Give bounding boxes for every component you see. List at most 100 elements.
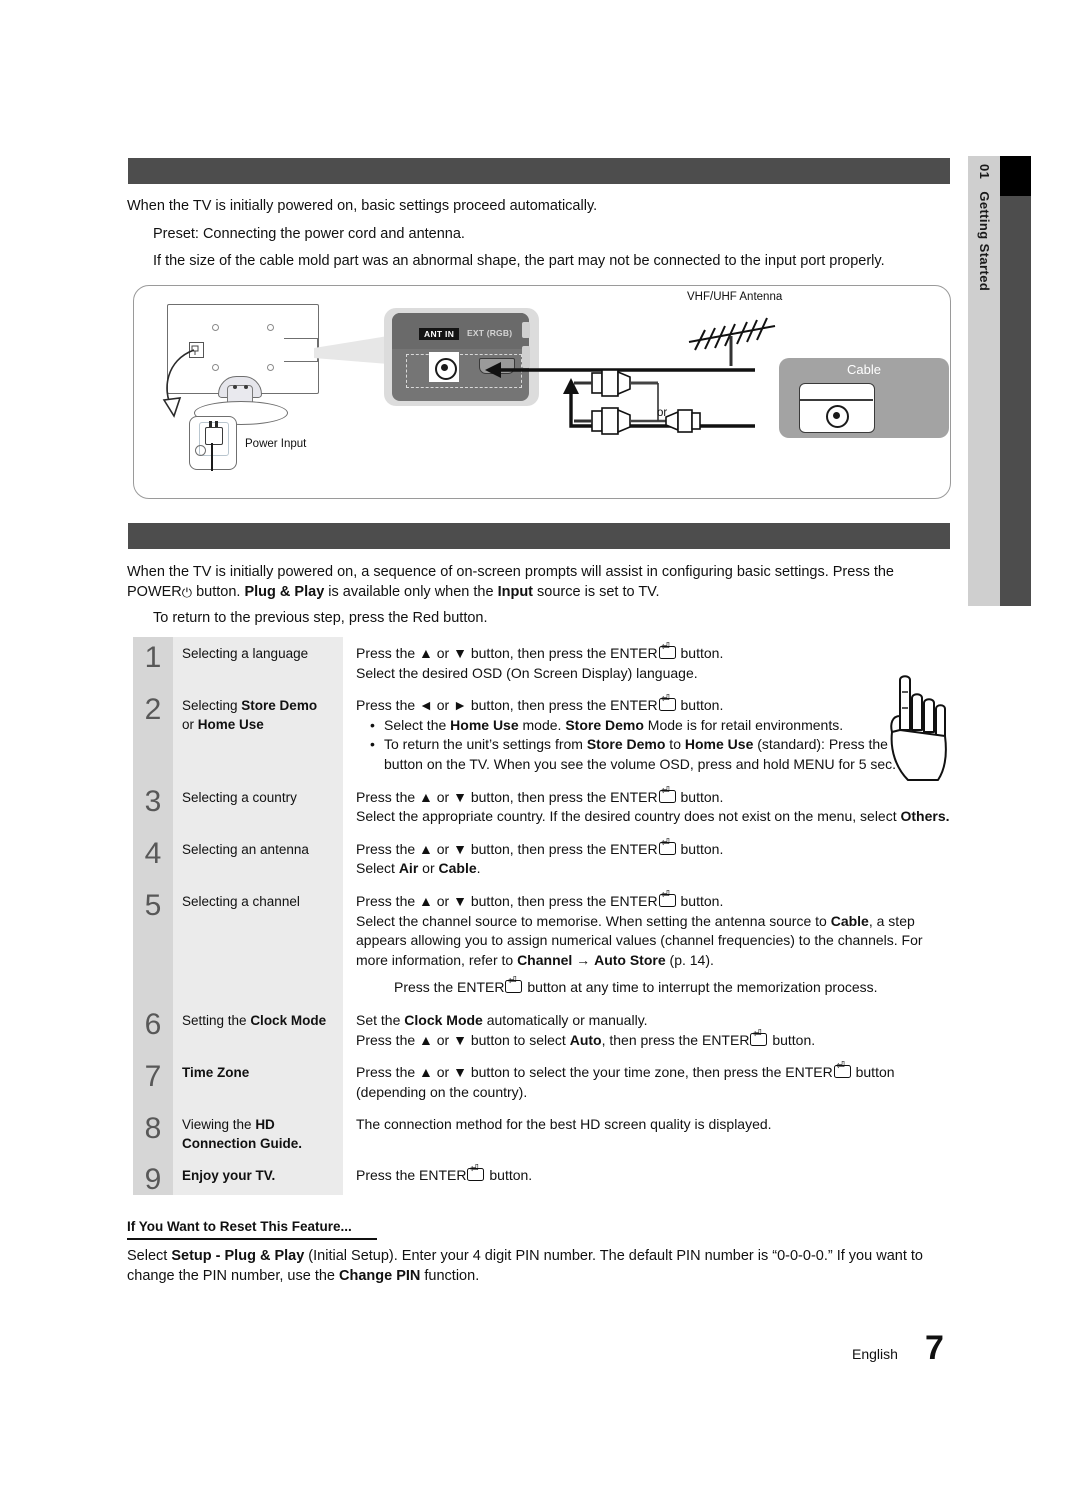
section-2-source-text: source is set to TV. — [537, 584, 660, 600]
or-label: or — [657, 407, 668, 419]
step-text-tail: button. — [489, 1167, 533, 1184]
step-title-store-demo: Store Demo — [241, 698, 318, 714]
section-2-plug-and-play: Plug & Play — [244, 584, 325, 600]
step-row: 9 Enjoy your TV. Press the ENTER button. — [133, 1159, 951, 1196]
pointing-hand-icon — [890, 675, 947, 781]
step-text-tail: button. — [680, 892, 724, 909]
step-description: Press the ▲ or ▼ button, then press the … — [343, 781, 951, 833]
sidebar-chapter-tab: 01 Getting Started — [968, 156, 1000, 606]
step-line: Press the ▲ or ▼ button, then press the … — [356, 786, 951, 808]
step-number: 5 — [133, 884, 173, 1004]
sidebar-chapter-label: 01 Getting Started — [968, 164, 1000, 291]
step-row: 3 Selecting a country Press the ▲ or ▼ b… — [133, 780, 951, 833]
power-plug-icon — [205, 427, 223, 445]
enter-key-icon — [658, 890, 676, 907]
step-text: Select the appropriate country. If the d… — [356, 808, 897, 825]
step-title-home-use: Home Use — [197, 717, 264, 733]
step-line: Select the desired OSD (On Screen Displa… — [356, 664, 698, 681]
reset-heading: If You Want to Reset This Feature... — [127, 1219, 352, 1234]
sidebar-chapter-number: 01 — [977, 164, 992, 180]
step-line: Select the channel source to memorise. W… — [356, 912, 923, 968]
enter-key-icon — [505, 976, 523, 994]
reset-text-c: (Initial Setup). Enter your 4 digit PIN … — [304, 1248, 923, 1264]
step-description: Press the ◄ or ► button, then press the … — [343, 689, 951, 780]
connection-diagram: Power Input ANT IN EXT (RGB) VHF/UHF Ant… — [133, 285, 951, 499]
step-row: 5 Selecting a channel Press the ▲ or ▼ b… — [133, 884, 951, 1004]
antenna-icon — [688, 317, 776, 366]
step-text: Press the ENTER — [356, 1167, 467, 1184]
plug-and-play-steps-table: 1 Selecting a language Press the ▲ or ▼ … — [133, 637, 951, 1196]
power-screw-icon — [195, 445, 206, 456]
enter-key-icon — [750, 1029, 768, 1046]
cable-jack-center — [832, 411, 840, 419]
step-line: (depending on the country). — [356, 1083, 528, 1100]
tv-notch — [284, 338, 318, 362]
step-row: 1 Selecting a language Press the ▲ or ▼ … — [133, 637, 951, 690]
step-row: 8 Viewing the HD Connection Guide. The co… — [133, 1108, 951, 1160]
step-description: Press the ENTER button. — [343, 1159, 951, 1195]
sidebar-black-marker — [1000, 156, 1031, 196]
step-description: Press the ▲ or ▼ button to select the yo… — [343, 1056, 951, 1108]
step-number: 9 — [133, 1159, 173, 1196]
step-line: Press the ▲ or ▼ button, then press the … — [356, 890, 951, 912]
step-line: Press the ▲ or ▼ button, then press the … — [356, 838, 951, 860]
step-text: Press the ▲ or ▼ button to select the yo… — [356, 1064, 833, 1081]
step-description: The connection method for the best HD sc… — [343, 1108, 951, 1159]
manual-page: 01 Getting Started When the TV is initia… — [0, 0, 1080, 1494]
step-number: 7 — [133, 1056, 173, 1109]
power-cord-arrow-icon — [162, 349, 195, 418]
section-1-paragraph-2: Preset: Connecting the power cord and an… — [153, 226, 465, 242]
step-line: Set the Clock Mode automatically or manu… — [356, 1011, 648, 1028]
step-text-tail: button — [855, 1064, 895, 1081]
section-2-button-word: button. — [196, 584, 241, 600]
section-1-paragraph-1: When the TV is initially powered on, bas… — [127, 198, 598, 214]
step-title: Viewing the HD Connection Guide. — [173, 1108, 343, 1160]
step-title-or: or — [182, 717, 198, 733]
sidebar-chapter-title: Getting Started — [977, 191, 992, 292]
step-bullet: Select the Home Use mode. Store Demo Mod… — [370, 716, 951, 736]
tv-screw-icon — [212, 324, 219, 331]
enter-key-icon — [658, 786, 676, 803]
footer-language: English — [852, 1346, 898, 1362]
step-title: Selecting an antenna — [173, 832, 343, 885]
step-title-text: Time Zone — [182, 1065, 250, 1081]
step-line: Press the ENTER button. — [356, 1164, 951, 1186]
tv-stand-dot — [233, 385, 237, 389]
step-bullet-list: Select the Home Use mode. Store Demo Mod… — [356, 716, 951, 775]
zoom-connector — [314, 336, 388, 364]
enter-key-icon — [658, 694, 676, 712]
step-text: Press the ◄ or ► button, then press the … — [356, 697, 658, 714]
power-cord — [211, 443, 214, 471]
enter-key-icon — [658, 838, 676, 855]
step-number: 1 — [133, 637, 173, 690]
step-description: Press the ▲ or ▼ button, then press the … — [343, 833, 951, 885]
step-row: 4 Selecting an antenna Press the ▲ or ▼ … — [133, 832, 951, 885]
step-line: The connection method for the best HD sc… — [356, 1116, 772, 1133]
step-line: Select the appropriate country. If the d… — [356, 807, 951, 827]
step-title: Selecting Store Demo or Home Use — [173, 689, 343, 781]
reset-paragraph: Select Setup - Plug & Play (Initial Setu… — [127, 1246, 947, 1286]
reset-setup-plug-play: Setup - Plug & Play — [171, 1248, 305, 1264]
tv-screw-icon — [212, 364, 219, 371]
section-2-sub-note: To return to the previous step, press th… — [153, 610, 488, 626]
step-title: Enjoy your TV. — [173, 1159, 343, 1196]
coax-jack-center — [441, 364, 448, 371]
section-2-input-word: Input — [497, 584, 534, 600]
step-description: Press the ▲ or ▼ button, then press the … — [343, 637, 951, 689]
step-row: 2 Selecting Store Demo or Home Use Press… — [133, 689, 951, 781]
step-number: 8 — [133, 1108, 173, 1160]
step-bullet: To return the unit’s settings from Store… — [370, 735, 951, 774]
step-text-others: Others. — [900, 808, 950, 825]
sidebar-dark-marker — [1000, 196, 1031, 606]
step-sub-note: Press the ENTER button at any time to in… — [356, 970, 951, 998]
reset-heading-rule — [127, 1238, 377, 1240]
reset-change-pin: Change PIN — [339, 1268, 421, 1284]
step-row: 7 Time Zone Press the ▲ or ▼ button to s… — [133, 1056, 951, 1109]
step-line: Press the ▲ or ▼ button to select the yo… — [356, 1061, 951, 1083]
tv-screw-icon — [267, 324, 274, 331]
ext-rgb-label: EXT (RGB) — [467, 328, 513, 338]
step-title: Setting the Clock Mode — [173, 1003, 343, 1057]
section-2-paragraph: When the TV is initially powered on, a s… — [127, 562, 942, 603]
section-2-available-text: is available only when the — [328, 584, 494, 600]
step-text: Press the ▲ or ▼ button, then press the … — [356, 788, 658, 805]
